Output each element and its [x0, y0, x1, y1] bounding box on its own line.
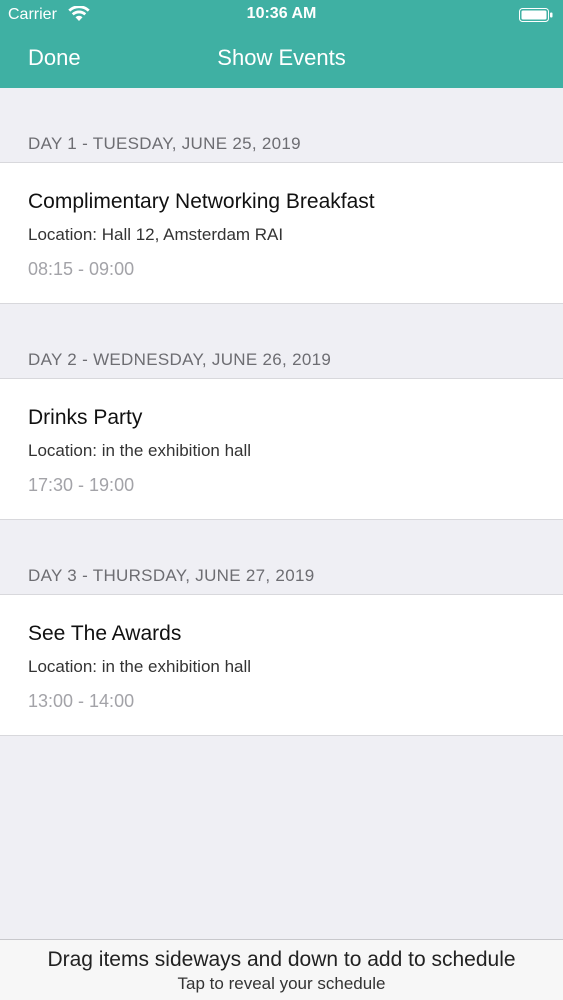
event-title: Drinks Party: [28, 406, 143, 429]
status-time: 10:36 AM: [246, 5, 317, 22]
event-location: Location: Hall 12, Amsterdam RAI: [28, 225, 284, 244]
event-time: 13:00 - 14:00: [28, 691, 135, 711]
app-screen: Carrier 10:36 AM Done Show Events DAY 1 …: [0, 0, 563, 1000]
event-time: 08:15 - 09:00: [28, 259, 135, 279]
event-row[interactable]: Drinks Party Location: in the exhibition…: [0, 379, 563, 520]
event-location: Location: in the exhibition hall: [28, 657, 252, 676]
event-row[interactable]: See The Awards Location: in the exhibiti…: [0, 595, 563, 736]
event-title: See The Awards: [28, 622, 182, 645]
battery-icon: [519, 8, 553, 22]
section-header-day-2: DAY 2 - WEDNESDAY, JUNE 26, 2019: [0, 304, 563, 379]
event-title: Complimentary Networking Breakfast: [28, 190, 375, 213]
top-bar: Carrier 10:36 AM Done Show Events: [0, 0, 563, 88]
tap-hint-text: Tap to reveal your schedule: [177, 974, 386, 993]
section-header-day-1: DAY 1 - TUESDAY, JUNE 25, 2019: [0, 88, 563, 163]
page-title: Show Events: [217, 45, 346, 70]
navigation-bar: Done Show Events: [0, 30, 563, 88]
section-header-day-3: DAY 3 - THURSDAY, JUNE 27, 2019: [0, 520, 563, 595]
drag-hint-text: Drag items sideways and down to add to s…: [47, 948, 516, 971]
event-location: Location: in the exhibition hall: [28, 441, 252, 460]
event-time: 17:30 - 19:00: [28, 475, 135, 495]
status-bar: Carrier 10:36 AM: [0, 0, 563, 30]
events-list: DAY 1 - TUESDAY, JUNE 25, 2019 Complimen…: [0, 88, 563, 736]
schedule-bar[interactable]: Drag items sideways and down to add to s…: [0, 939, 563, 1000]
event-row[interactable]: Complimentary Networking Breakfast Locat…: [0, 163, 563, 304]
